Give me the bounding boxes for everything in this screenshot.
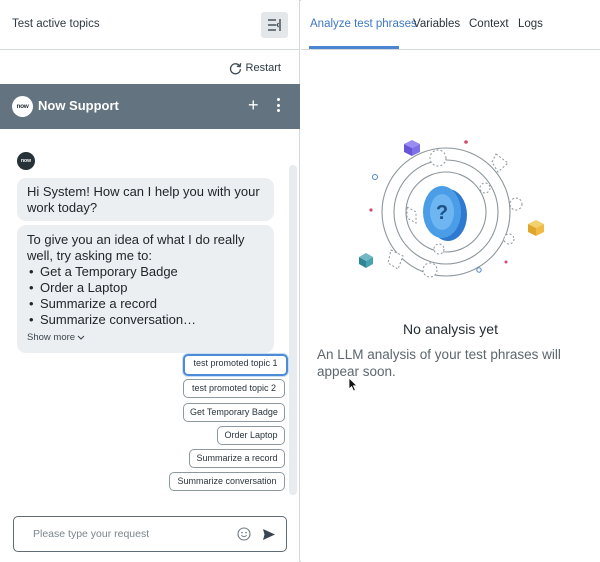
suggestion-list: Get a Temporary Badge Order a Laptop Sum… <box>27 264 264 328</box>
chat-scrollbar[interactable] <box>289 165 297 495</box>
chip-test-promoted-topic-1[interactable]: test promoted topic 1 <box>183 354 288 376</box>
analysis-tabs: Analyze test phrases Variables Context L… <box>301 0 600 50</box>
plus-icon[interactable]: + <box>248 94 259 116</box>
chip-get-temporary-badge[interactable]: Get Temporary Badge <box>183 403 285 422</box>
mouse-pointer-icon <box>348 377 358 392</box>
svg-text:?: ? <box>436 202 448 224</box>
chat-input-box[interactable]: Please type your request <box>13 516 287 552</box>
send-icon[interactable] <box>262 528 276 541</box>
now-logo: now <box>12 96 33 117</box>
test-panel: Test active topics Restart now Now Suppo… <box>0 0 300 562</box>
chat-input-placeholder[interactable]: Please type your request <box>33 528 149 540</box>
suggestion-item: Summarize conversation… <box>27 312 264 328</box>
emoji-icon[interactable] <box>237 527 251 541</box>
empty-state-title: No analysis yet <box>403 321 498 337</box>
analysis-panel: Analyze test phrases Variables Context L… <box>301 0 600 562</box>
chip-summarize-record[interactable]: Summarize a record <box>189 449 285 468</box>
chevron-down-icon <box>77 335 85 340</box>
show-more-link[interactable]: Show more <box>27 332 85 343</box>
restart-label: Restart <box>245 62 281 74</box>
test-panel-header: Test active topics <box>0 0 300 50</box>
tab-context[interactable]: Context <box>469 18 509 30</box>
chip-summarize-conversation[interactable]: Summarize conversation <box>169 472 285 491</box>
tab-analyze-test-phrases[interactable]: Analyze test phrases <box>310 18 417 30</box>
tab-variables[interactable]: Variables <box>413 18 460 30</box>
chip-order-laptop[interactable]: Order Laptop <box>217 426 285 445</box>
empty-state-description: An LLM analysis of your test phrases wil… <box>317 347 561 379</box>
selected-tab-indicator <box>309 46 399 49</box>
question-icon: ? <box>423 186 467 241</box>
bot-avatar: now <box>17 152 35 170</box>
collapse-panel-button[interactable] <box>261 12 288 38</box>
chat-assistant-name: Now Support <box>38 98 119 113</box>
suggestion-item: Order a Laptop <box>27 280 264 296</box>
chip-test-promoted-topic-2[interactable]: test promoted topic 2 <box>183 379 285 398</box>
more-icon[interactable] <box>271 98 285 116</box>
tab-logs[interactable]: Logs <box>518 18 543 30</box>
collapse-panel-icon <box>268 19 281 31</box>
greeting-bubble: Hi System! How can I help you with your … <box>17 178 274 221</box>
restart-button[interactable]: Restart <box>229 60 281 76</box>
show-more-label: Show more <box>27 332 76 343</box>
suggestion-item: Get a Temporary Badge <box>27 264 264 280</box>
empty-state-illustration: ? <box>359 140 544 278</box>
chat-header: now Now Support + <box>0 84 300 129</box>
panel-title: Test active topics <box>12 18 100 30</box>
intro-text: To give you an idea of what I do really … <box>27 232 245 263</box>
restart-icon <box>229 62 241 74</box>
suggestion-item: Summarize a record <box>27 296 264 312</box>
